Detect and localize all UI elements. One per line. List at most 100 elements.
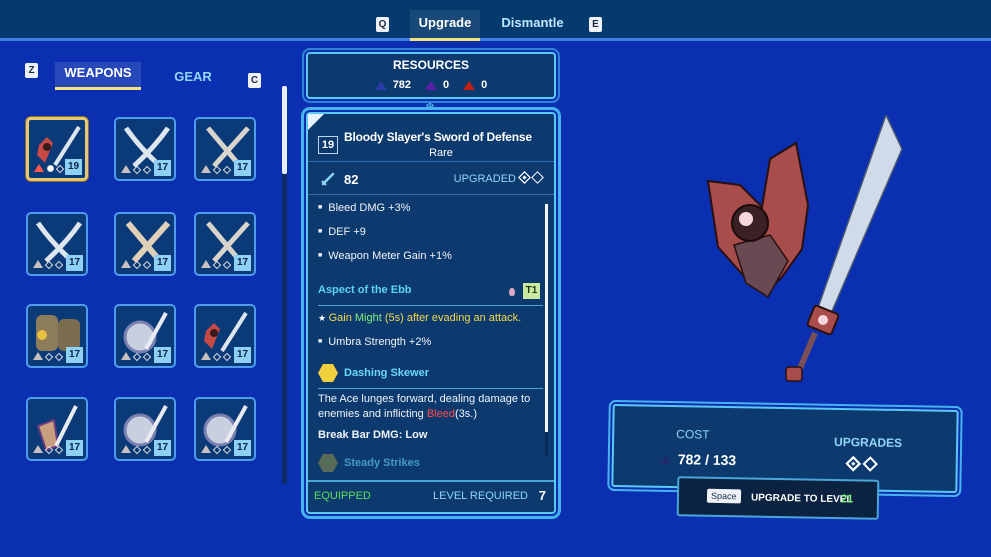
weapon-slot[interactable]: 17 — [194, 212, 256, 276]
weapon-level-badge: 17 — [154, 440, 171, 456]
upgrade-empty-icon — [531, 171, 544, 184]
blue-ore-icon — [374, 80, 387, 90]
perk-suffix: (5s) after evading an attack. — [381, 312, 522, 324]
tab-dismantle[interactable]: Dismantle — [495, 10, 570, 41]
rarity-triangle-icon — [201, 352, 211, 360]
weapon-slot[interactable]: 17 — [194, 397, 256, 461]
perk-might: Might — [354, 312, 382, 324]
weapon-level-badge: 17 — [66, 255, 83, 271]
weapon-slot[interactable]: 17 — [114, 212, 176, 276]
perk-prefix: Gain — [328, 312, 355, 324]
stat-def: DEF +9 — [318, 226, 366, 238]
divider — [318, 305, 543, 306]
weapon-slot[interactable]: 17 — [26, 397, 88, 461]
skill-hex-icon — [318, 364, 338, 382]
details-scrollbar[interactable] — [545, 204, 548, 456]
rarity-triangle-icon — [33, 445, 43, 453]
weapon-slot[interactable]: 17 — [194, 304, 256, 368]
aspect-name: Aspect of the Ebb — [318, 284, 412, 296]
bleed-keyword: Bleed — [426, 408, 455, 420]
item-rarity: Rare — [429, 147, 453, 159]
upgrades-label: UPGRADES — [834, 434, 903, 451]
key-hint-space: Space — [706, 488, 741, 504]
skill-name: Steady Strikes — [344, 457, 420, 469]
item-name: Bloody Slayer's Sword of Defense — [344, 130, 532, 144]
rarity-triangle-icon — [121, 445, 131, 453]
rarity-triangle-icon — [33, 352, 43, 360]
blue-ore-icon — [659, 454, 672, 464]
key-hint-q: Q — [376, 17, 389, 32]
tab-weapons[interactable]: WEAPONS — [55, 62, 141, 90]
rarity-corner — [308, 114, 324, 130]
weapon-slot[interactable]: 17 — [114, 304, 176, 368]
divider — [318, 388, 543, 389]
red-ore-icon — [463, 80, 476, 90]
weapon-level-badge: 17 — [66, 347, 83, 363]
details-scroll-thumb[interactable] — [545, 204, 548, 432]
key-hint-z: Z — [25, 63, 38, 78]
level-required-label: LEVEL REQUIRED — [433, 490, 528, 502]
skill-description: The Ace lunges forward, dealing damage t… — [318, 392, 548, 422]
skill-steady-strikes: Steady Strikes — [318, 454, 420, 472]
upgrade-empty-icon — [862, 456, 879, 472]
inventory-scrollbar[interactable] — [282, 86, 287, 484]
upgraded-label: UPGRADED — [453, 173, 516, 185]
sword-attack-icon — [321, 172, 335, 186]
skill-dashing-skewer: Dashing Skewer — [318, 364, 429, 382]
rarity-triangle-icon — [121, 352, 131, 360]
tab-upgrade[interactable]: Upgrade — [410, 10, 480, 41]
skill-hex-icon — [318, 454, 338, 472]
inventory-scroll-thumb[interactable] — [282, 86, 287, 174]
tab-gear[interactable]: GEAR — [170, 69, 216, 84]
weapon-level-badge: 19 — [65, 159, 82, 175]
top-bar: Q Upgrade Dismantle E — [0, 0, 991, 41]
weapon-level-badge: 17 — [234, 160, 251, 176]
key-hint-e: E — [589, 17, 602, 32]
purple-ore-icon — [425, 80, 438, 90]
stat-weapon-meter: Weapon Meter Gain +1% — [318, 250, 452, 262]
weapon-level-badge: 17 — [154, 160, 171, 176]
skill-name: Dashing Skewer — [344, 367, 429, 379]
weapon-level-badge: 17 — [234, 440, 251, 456]
cost-amount: 782 / 133 — [677, 451, 737, 469]
purple-ore-count: 0 — [443, 79, 450, 91]
shield-icon — [706, 141, 810, 299]
rarity-triangle-icon — [34, 164, 44, 172]
stat-umbra-strength: Umbra Strength +2% — [318, 336, 431, 348]
weapon-slot[interactable]: 17 — [194, 117, 256, 181]
flame-icon — [509, 288, 515, 296]
upgrade-filled-icon — [47, 165, 54, 172]
weapon-level-badge: 17 — [234, 255, 251, 271]
weapon-slot[interactable]: 17 — [114, 117, 176, 181]
upgrade-to-level-button[interactable]: Space UPGRADE TO LEVEL 21 — [676, 476, 880, 520]
cost-value: 782 / 133 — [659, 451, 737, 469]
level-required-value: 7 — [538, 488, 546, 503]
rarity-triangle-icon — [201, 165, 211, 173]
stat-bleed-dmg: Bleed DMG +3% — [318, 202, 410, 214]
sword-icon — [785, 115, 903, 382]
skill-desc-duration: (3s.) — [454, 408, 477, 420]
weapon-level-badge: 17 — [154, 255, 171, 271]
weapon-slot[interactable]: 17 — [26, 212, 88, 276]
skill-desc-text: The Ace lunges forward, dealing damage t… — [318, 393, 531, 420]
weapon-slot[interactable]: 17 — [26, 304, 88, 368]
item-details-panel: 19 Bloody Slayer's Sword of Defense Rare… — [306, 112, 556, 514]
key-hint-c: C — [248, 73, 261, 88]
weapon-slot[interactable]: 17 — [114, 397, 176, 461]
aspect-perk: ★ Gain Might (5s) after evading an attac… — [318, 312, 521, 324]
star-icon: ★ — [318, 313, 329, 323]
upgrade-filled-icon — [518, 171, 531, 184]
red-ore-count: 0 — [481, 79, 488, 91]
rarity-triangle-icon — [121, 165, 131, 173]
tier-badge: T1 — [523, 283, 540, 299]
weapon-level-badge: 17 — [66, 440, 83, 456]
weapon-slot[interactable]: 19 — [26, 117, 88, 181]
upgrade-filled-icon — [845, 455, 862, 472]
attack-value: 82 — [344, 172, 359, 187]
weapon-level-badge: 17 — [154, 347, 171, 363]
item-upgrade-slots — [518, 171, 544, 184]
break-bar-dmg: Break Bar DMG: Low — [318, 429, 428, 441]
cost-label: COST — [676, 427, 710, 442]
resources-title: RESOURCES — [392, 58, 469, 72]
rarity-triangle-icon — [121, 260, 131, 268]
